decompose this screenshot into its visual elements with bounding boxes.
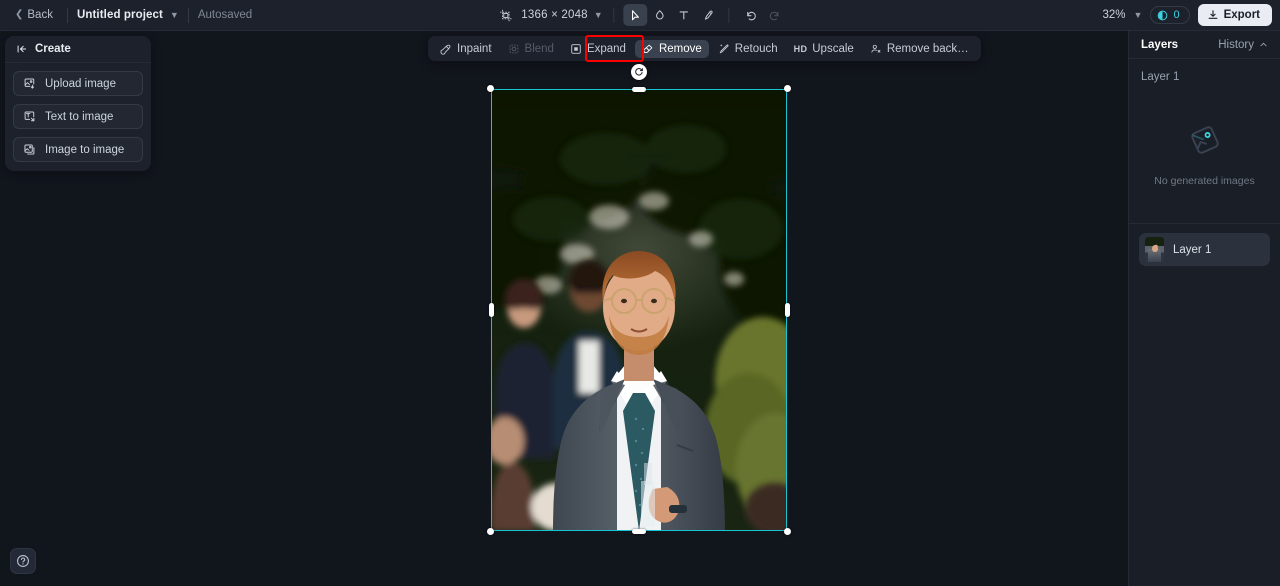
chevron-left-icon: ❮ [15, 9, 24, 20]
select-tool[interactable] [623, 4, 648, 26]
download-icon [1208, 10, 1218, 19]
rotate-icon [635, 68, 643, 76]
top-bar-left: ❮ Back Untitled project ▼ Autosaved [0, 6, 252, 24]
undo-button[interactable] [739, 4, 763, 26]
top-bar-right: 32% ▼ 0 Export [1102, 4, 1272, 26]
credit-coin-icon [1158, 10, 1168, 20]
canvas-image[interactable] [491, 89, 787, 531]
tab-layers[interactable]: Layers [1141, 39, 1178, 51]
autosave-status: Autosaved [197, 9, 253, 21]
chevron-up-icon [1260, 42, 1267, 47]
top-bar: ❮ Back Untitled project ▼ Autosaved 1366… [0, 0, 1280, 31]
divider [66, 7, 68, 23]
divider [1129, 223, 1280, 224]
resize-handle-left-center[interactable] [488, 303, 494, 317]
resize-handle-top-left[interactable] [487, 85, 494, 92]
resize-handle-top-center[interactable] [632, 86, 646, 92]
export-label: Export [1223, 9, 1260, 21]
no-images-icon [1190, 126, 1219, 154]
help-button[interactable] [10, 548, 36, 574]
divider [728, 7, 730, 23]
back-button[interactable]: ❮ Back [10, 6, 58, 24]
divider [613, 7, 615, 23]
generated-section-label: Layer 1 [1141, 71, 1180, 83]
image-selection[interactable] [487, 64, 791, 535]
project-name[interactable]: Untitled project [77, 9, 163, 21]
resize-handle-right-center[interactable] [784, 303, 790, 317]
credits-badge[interactable]: 0 [1150, 6, 1190, 24]
resize-handle-bottom-center[interactable] [632, 528, 646, 534]
text-tool[interactable] [672, 4, 696, 26]
resize-handle-top-right[interactable] [784, 85, 791, 92]
layer-item[interactable]: Layer 1 [1139, 233, 1270, 266]
tab-history-label: History [1218, 38, 1254, 51]
top-bar-tools: 1366 × 2048 ▼ [493, 4, 786, 26]
redo-button[interactable] [763, 4, 787, 26]
resize-handle-bottom-right[interactable] [784, 528, 791, 535]
crop-resize-icon[interactable] [493, 4, 517, 26]
chevron-down-icon[interactable]: ▼ [1134, 10, 1143, 20]
back-label: Back [27, 9, 53, 21]
empty-state: No generated images [1129, 83, 1280, 223]
credits-count: 0 [1173, 9, 1180, 21]
layers-panel: Layers History Layer 1 No generated imag… [1128, 31, 1280, 586]
layer-thumbnail [1145, 237, 1164, 262]
canvas-area[interactable] [0, 31, 1128, 586]
tab-history[interactable]: History [1218, 39, 1268, 51]
mask-tool[interactable] [648, 4, 672, 26]
chevron-down-icon[interactable]: ▼ [170, 10, 179, 20]
help-icon [17, 555, 29, 567]
brush-tool[interactable] [696, 4, 720, 26]
photo-content [491, 89, 787, 531]
rotate-handle[interactable] [631, 64, 647, 80]
export-button[interactable]: Export [1197, 4, 1272, 26]
zoom-level-label: 32% [1102, 9, 1126, 21]
divider [187, 7, 189, 23]
layers-panel-header: Layers History [1129, 31, 1280, 59]
canvas-size-label: 1366 × 2048 [521, 9, 588, 21]
empty-state-text: No generated images [1154, 175, 1255, 187]
chevron-down-icon[interactable]: ▼ [594, 10, 603, 20]
resize-handle-bottom-left[interactable] [487, 528, 494, 535]
layer-item-label: Layer 1 [1173, 243, 1212, 256]
